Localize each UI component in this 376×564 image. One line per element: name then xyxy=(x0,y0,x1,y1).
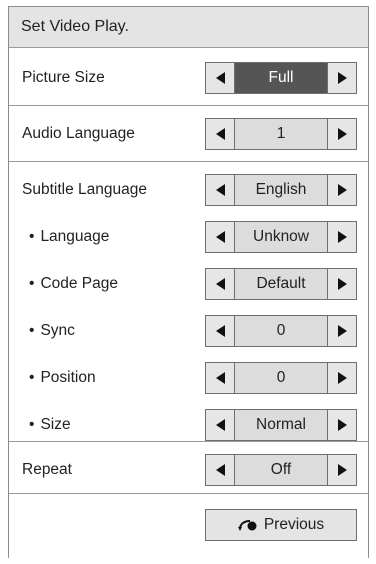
divider xyxy=(9,441,368,442)
left-arrow-icon[interactable] xyxy=(205,454,235,486)
left-arrow-icon[interactable] xyxy=(205,118,235,150)
size-selector: Normal xyxy=(205,409,357,441)
bullet-icon: • xyxy=(29,275,35,292)
right-arrow-icon[interactable] xyxy=(327,221,357,253)
row-subtitle-language: Subtitle Language English xyxy=(9,170,368,210)
bullet-icon: • xyxy=(29,416,35,433)
row-label-text: Code Page xyxy=(40,275,118,292)
row-label: • Sync xyxy=(29,322,75,340)
subtitle-language-selector: English xyxy=(205,174,357,206)
divider xyxy=(9,493,368,494)
position-selector: 0 xyxy=(205,362,357,394)
row-sync: • Sync 0 xyxy=(9,311,368,351)
right-arrow-icon[interactable] xyxy=(327,62,357,94)
repeat-selector: Off xyxy=(205,454,357,486)
row-label: Repeat xyxy=(22,461,72,478)
bullet-icon: • xyxy=(29,369,35,386)
row-label: • Size xyxy=(29,416,71,434)
language-selector: Unknow xyxy=(205,221,357,253)
previous-button-label: Previous xyxy=(263,516,325,533)
row-label-text: Position xyxy=(40,369,96,386)
right-arrow-icon[interactable] xyxy=(327,174,357,206)
row-audio-language: Audio Language 1 xyxy=(9,114,368,154)
sync-value[interactable]: 0 xyxy=(235,315,327,347)
picture-size-selector: Full xyxy=(205,62,357,94)
right-arrow-icon[interactable] xyxy=(327,315,357,347)
subtitle-language-value[interactable]: English xyxy=(235,174,327,206)
row-position: • Position 0 xyxy=(9,358,368,398)
divider xyxy=(9,161,368,162)
row-label: Subtitle Language xyxy=(22,181,147,198)
audio-language-value[interactable]: 1 xyxy=(235,118,327,150)
row-language: • Language Unknow xyxy=(9,217,368,257)
bullet-icon: • xyxy=(29,228,35,245)
right-arrow-icon[interactable] xyxy=(327,268,357,300)
right-arrow-icon[interactable] xyxy=(327,454,357,486)
bullet-icon: • xyxy=(29,322,35,339)
left-arrow-icon[interactable] xyxy=(205,315,235,347)
row-size: • Size Normal xyxy=(9,405,368,445)
settings-panel: Set Video Play. Picture Size Full Audio … xyxy=(8,6,369,558)
right-arrow-icon[interactable] xyxy=(327,118,357,150)
row-repeat: Repeat Off xyxy=(9,450,368,490)
row-label-text: Sync xyxy=(40,322,75,339)
left-arrow-icon[interactable] xyxy=(205,268,235,300)
left-arrow-icon[interactable] xyxy=(205,174,235,206)
row-label-text: Size xyxy=(40,416,71,433)
row-label: Picture Size xyxy=(22,69,105,86)
panel-title: Set Video Play. xyxy=(21,18,129,35)
left-arrow-icon[interactable] xyxy=(205,409,235,441)
row-code-page: • Code Page Default xyxy=(9,264,368,304)
row-label: Audio Language xyxy=(22,125,135,142)
code-page-value[interactable]: Default xyxy=(235,268,327,300)
left-arrow-icon[interactable] xyxy=(205,362,235,394)
picture-size-value[interactable]: Full xyxy=(235,62,327,94)
row-label-text: Language xyxy=(40,228,110,245)
row-picture-size: Picture Size Full xyxy=(9,58,368,98)
left-arrow-icon[interactable] xyxy=(205,221,235,253)
right-arrow-icon[interactable] xyxy=(327,409,357,441)
size-value[interactable]: Normal xyxy=(235,409,327,441)
title-bar: Set Video Play. xyxy=(9,7,368,48)
position-value[interactable]: 0 xyxy=(235,362,327,394)
left-arrow-icon[interactable] xyxy=(205,62,235,94)
row-label: • Position xyxy=(29,369,96,387)
divider xyxy=(9,105,368,106)
right-arrow-icon[interactable] xyxy=(327,362,357,394)
row-label: • Code Page xyxy=(29,275,118,293)
audio-language-selector: 1 xyxy=(205,118,357,150)
row-label: • Language xyxy=(29,228,109,246)
code-page-selector: Default xyxy=(205,268,357,300)
sync-selector: 0 xyxy=(205,315,357,347)
repeat-value[interactable]: Off xyxy=(235,454,327,486)
language-value[interactable]: Unknow xyxy=(235,221,327,253)
back-arrow-icon xyxy=(237,518,258,532)
previous-button[interactable]: Previous xyxy=(205,509,357,541)
